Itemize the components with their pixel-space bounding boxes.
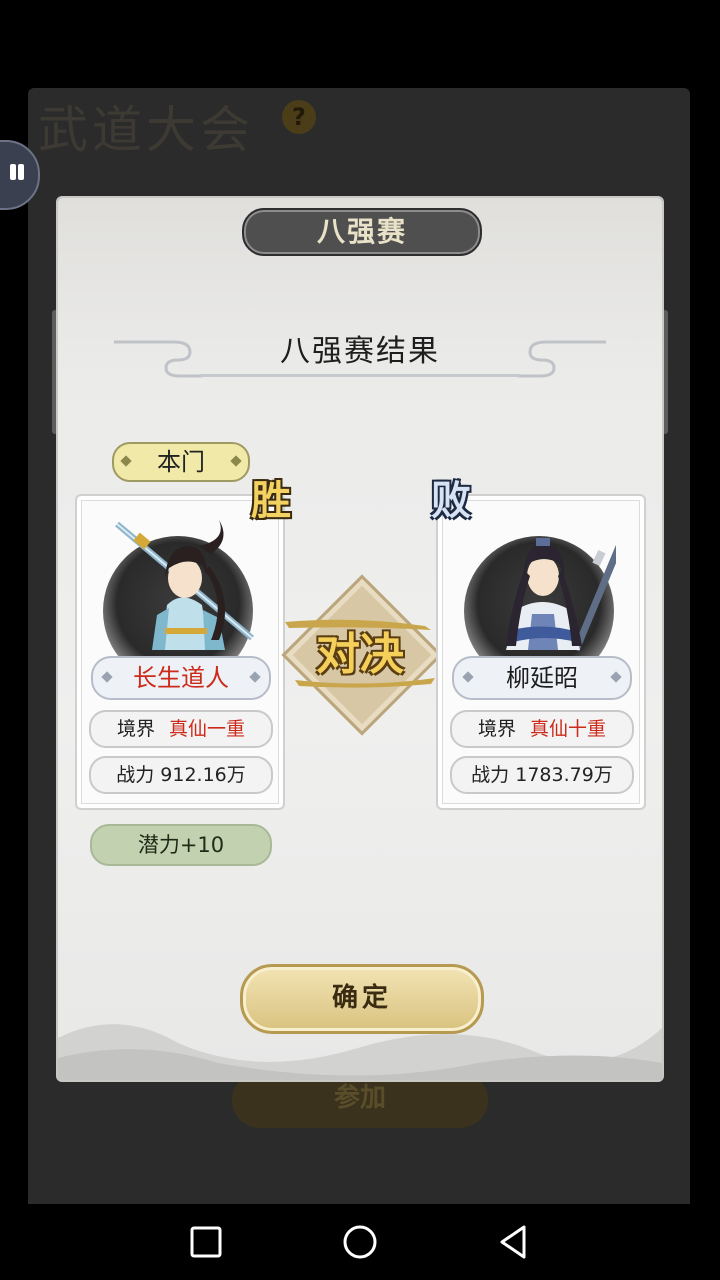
- help-icon[interactable]: ?: [282, 100, 316, 134]
- power-value: 1783.79万: [515, 764, 613, 786]
- confirm-button[interactable]: 确定: [240, 964, 484, 1034]
- diamond-icon: [610, 671, 622, 683]
- realm-value: 真仙一重: [169, 718, 246, 740]
- player-name: 长生道人: [133, 664, 229, 692]
- round-title: 八强赛: [242, 208, 482, 256]
- player-name-plate: 柳延昭: [452, 656, 632, 700]
- power-stat: 战力 1783.79万: [450, 756, 634, 794]
- circle-icon[interactable]: [340, 1222, 380, 1262]
- power-label: 战力: [471, 764, 510, 786]
- diamond-icon: [120, 455, 132, 467]
- home-sect-tag: 本门: [112, 442, 250, 482]
- player-card-right[interactable]: 柳延昭 境界 真仙十重 战力 1783.79万: [436, 494, 646, 810]
- navigation-bar: [0, 1204, 720, 1280]
- versus-label: 对决: [316, 629, 404, 680]
- swordsman-avatar: [115, 520, 254, 650]
- join-button[interactable]: 参加: [232, 1072, 488, 1128]
- swordsman-avatar: [506, 538, 616, 652]
- player-card-left[interactable]: 长生道人 境界 真仙一重 战力 912.16万: [75, 494, 285, 810]
- realm-stat: 境界 真仙一重: [89, 710, 273, 748]
- background-title: 武道大会: [38, 101, 254, 159]
- potential-reward: 潜力+10: [90, 824, 272, 866]
- realm-value: 真仙十重: [530, 718, 607, 740]
- player-name: 柳延昭: [506, 664, 578, 692]
- power-label: 战力: [116, 764, 155, 786]
- lose-badge: 败: [431, 477, 471, 524]
- diamond-icon: [230, 455, 242, 467]
- diamond-icon: [249, 671, 261, 683]
- diamond-icon: [101, 671, 113, 683]
- player-name-plate: 长生道人: [91, 656, 271, 700]
- win-badge: 胜: [251, 477, 291, 524]
- triangle-back-icon[interactable]: [494, 1222, 534, 1262]
- square-icon[interactable]: [186, 1222, 226, 1262]
- power-value: 912.16万: [160, 764, 246, 786]
- scroll-underline: [200, 374, 520, 377]
- realm-stat: 境界 真仙十重: [450, 710, 634, 748]
- realm-label: 境界: [477, 718, 516, 740]
- realm-label: 境界: [116, 718, 155, 740]
- diamond-icon: [462, 671, 474, 683]
- home-sect-label: 本门: [157, 448, 205, 476]
- result-title: 八强赛结果: [280, 334, 440, 369]
- power-stat: 战力 912.16万: [89, 756, 273, 794]
